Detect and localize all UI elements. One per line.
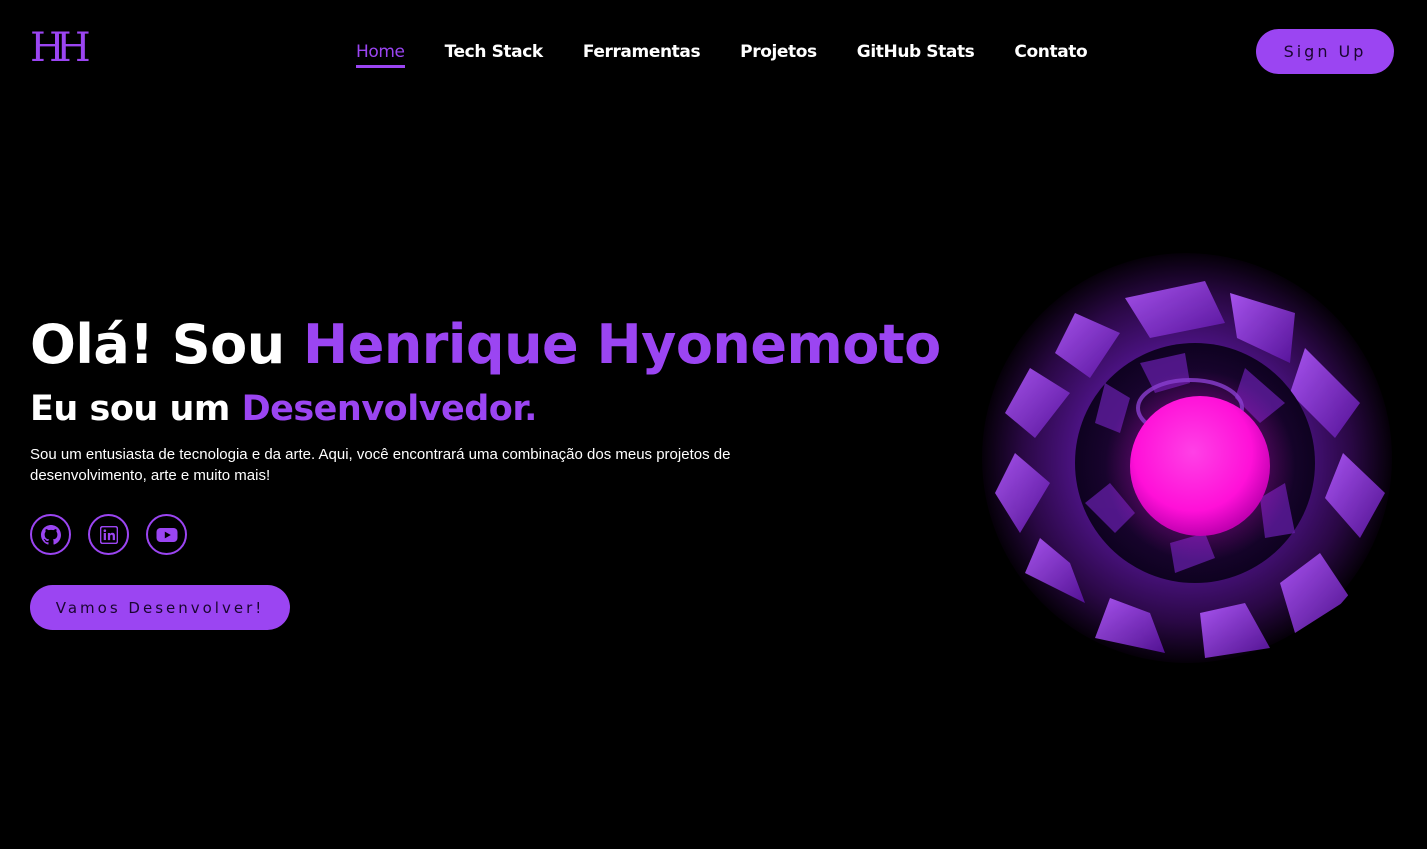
- hero-title: Olá! Sou Henrique Hyonemoto: [30, 312, 941, 378]
- logo[interactable]: HH: [30, 28, 91, 68]
- hero-greeting: Olá! Sou: [30, 313, 304, 376]
- linkedin-icon: [99, 525, 118, 544]
- github-link[interactable]: [30, 514, 71, 555]
- hero-artwork: [975, 253, 1395, 673]
- hero-subtitle: Eu sou um Desenvolvedor.: [30, 386, 537, 432]
- sign-up-button[interactable]: Sign Up: [1256, 29, 1394, 74]
- main-nav: Home Tech Stack Ferramentas Projetos Git…: [356, 40, 1127, 68]
- hero-name: Henrique Hyonemoto: [303, 313, 941, 376]
- hero-role: Desenvolvedor.: [241, 389, 538, 429]
- github-icon: [40, 524, 61, 545]
- cta-button[interactable]: Vamos Desenvolver!: [30, 585, 290, 630]
- nav-home[interactable]: Home: [356, 40, 405, 68]
- youtube-link[interactable]: [146, 514, 187, 555]
- linkedin-link[interactable]: [88, 514, 129, 555]
- nav-ferramentas[interactable]: Ferramentas: [583, 40, 701, 68]
- nav-projetos[interactable]: Projetos: [740, 40, 817, 68]
- glowing-orb-image: [975, 253, 1395, 673]
- hero-description: Sou um entusiasta de tecnologia e da art…: [30, 446, 731, 484]
- page: HH Home Tech Stack Ferramentas Projetos …: [0, 0, 1427, 849]
- nav-contato[interactable]: Contato: [1014, 40, 1087, 68]
- nav-github-stats[interactable]: GitHub Stats: [857, 40, 975, 68]
- social-links: [30, 514, 187, 555]
- youtube-icon: [156, 527, 177, 542]
- nav-tech-stack[interactable]: Tech Stack: [445, 40, 544, 68]
- hero-subtitle-prefix: Eu sou um: [30, 389, 242, 429]
